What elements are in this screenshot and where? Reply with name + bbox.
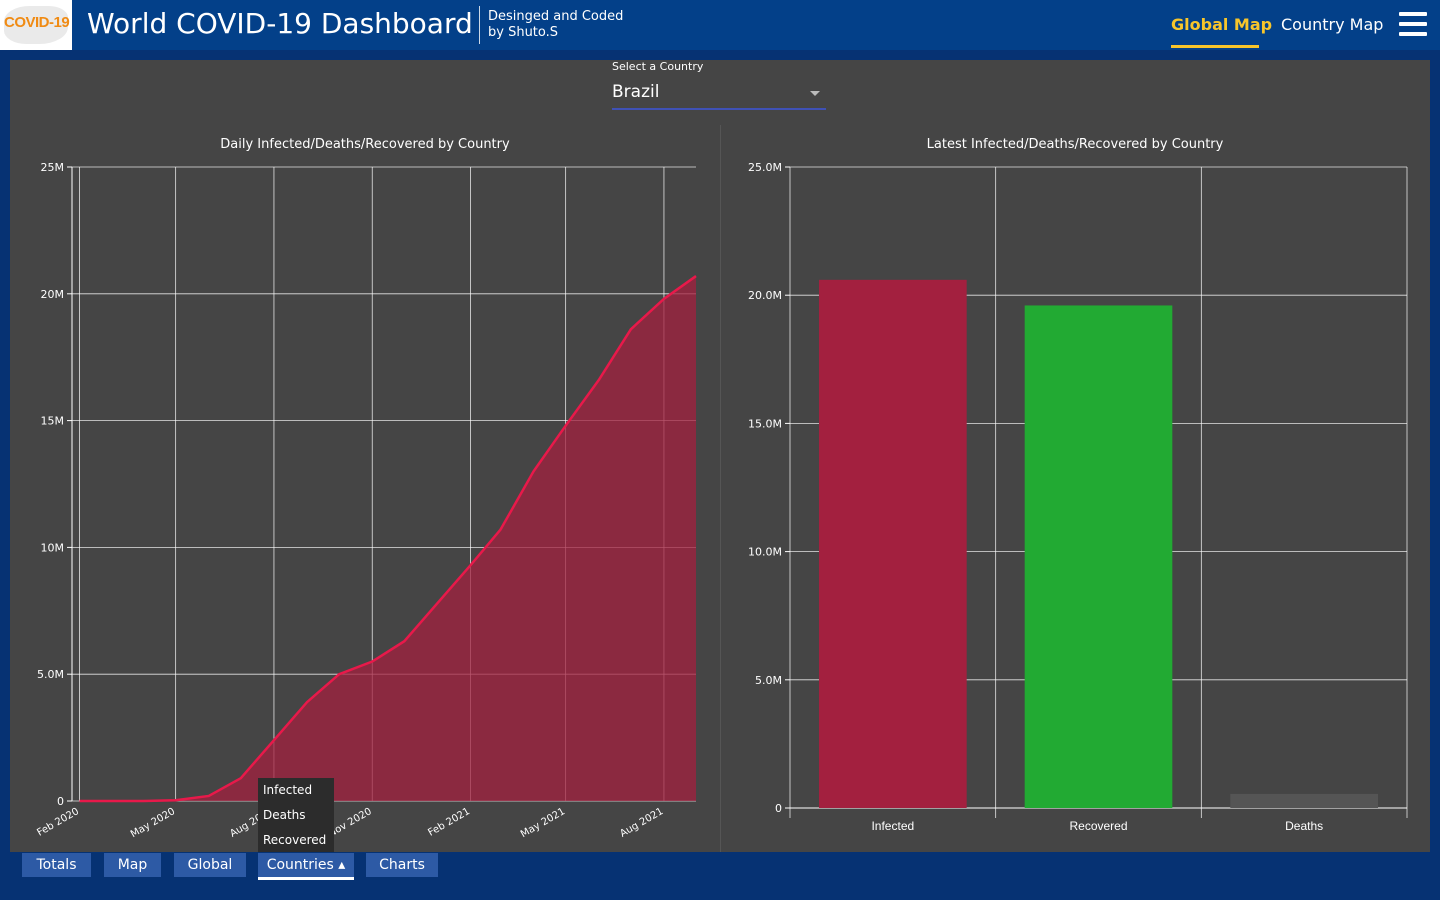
x-tick-label: Feb 2020 (35, 806, 81, 839)
menu-item-recovered[interactable]: Recovered (263, 833, 326, 847)
y-tick-label: 10M (41, 541, 65, 554)
menu-item-infected[interactable]: Infected (263, 783, 312, 797)
menu-item-deaths[interactable]: Deaths (263, 808, 306, 822)
tab-totals[interactable]: Totals (22, 853, 91, 877)
bar-deaths (1230, 793, 1378, 808)
y-tick-label: 0 (57, 795, 64, 808)
y-tick-label: 15.0M (748, 417, 782, 430)
daily-area-chart: 0 5.0M 10M 15M 20M 25M Feb 2020 May 2020 Aug 202… (35, 161, 697, 840)
charts-svg: 0 5.0M 10M 15M 20M 25M Feb 2020 May 2020 Aug 202… (35, 161, 1408, 840)
y-tick-label: 5.0M (755, 674, 782, 687)
x-tick-label: Aug 2021 (618, 806, 665, 840)
x-tick-label: Feb 2021 (426, 806, 472, 839)
tab-global[interactable]: Global (174, 853, 246, 877)
tab-active-indicator (258, 877, 354, 880)
y-tick-label: 25M (41, 161, 65, 174)
latest-bar-chart: 0 5.0M 10.0M 15.0M 20.0M 25.0M Infected Recover… (748, 161, 1408, 833)
y-tick-label: 25.0M (748, 161, 782, 174)
x-tick-label: May 2020 (129, 806, 177, 840)
y-tick-label: 20M (41, 288, 65, 301)
bar-infected (819, 279, 967, 808)
y-tick-label: 10.0M (748, 546, 782, 559)
tab-countries[interactable]: Countries ▴ (258, 853, 354, 877)
y-tick-label: 0 (775, 802, 782, 815)
x-tick-label: Infected (871, 819, 914, 833)
y-tick-label: 5.0M (37, 668, 64, 681)
x-tick-label: Recovered (1069, 819, 1127, 833)
x-tick-label: May 2021 (519, 806, 567, 840)
infected-area (79, 276, 697, 802)
y-tick-label: 20.0M (748, 289, 782, 302)
y-tick-label: 15M (41, 415, 65, 428)
tab-charts[interactable]: Charts (366, 853, 438, 877)
countries-dropdown-menu: Infected Deaths Recovered (258, 778, 334, 852)
x-tick-label: Deaths (1285, 819, 1323, 833)
bar-recovered (1024, 305, 1173, 808)
tab-map[interactable]: Map (104, 853, 161, 877)
